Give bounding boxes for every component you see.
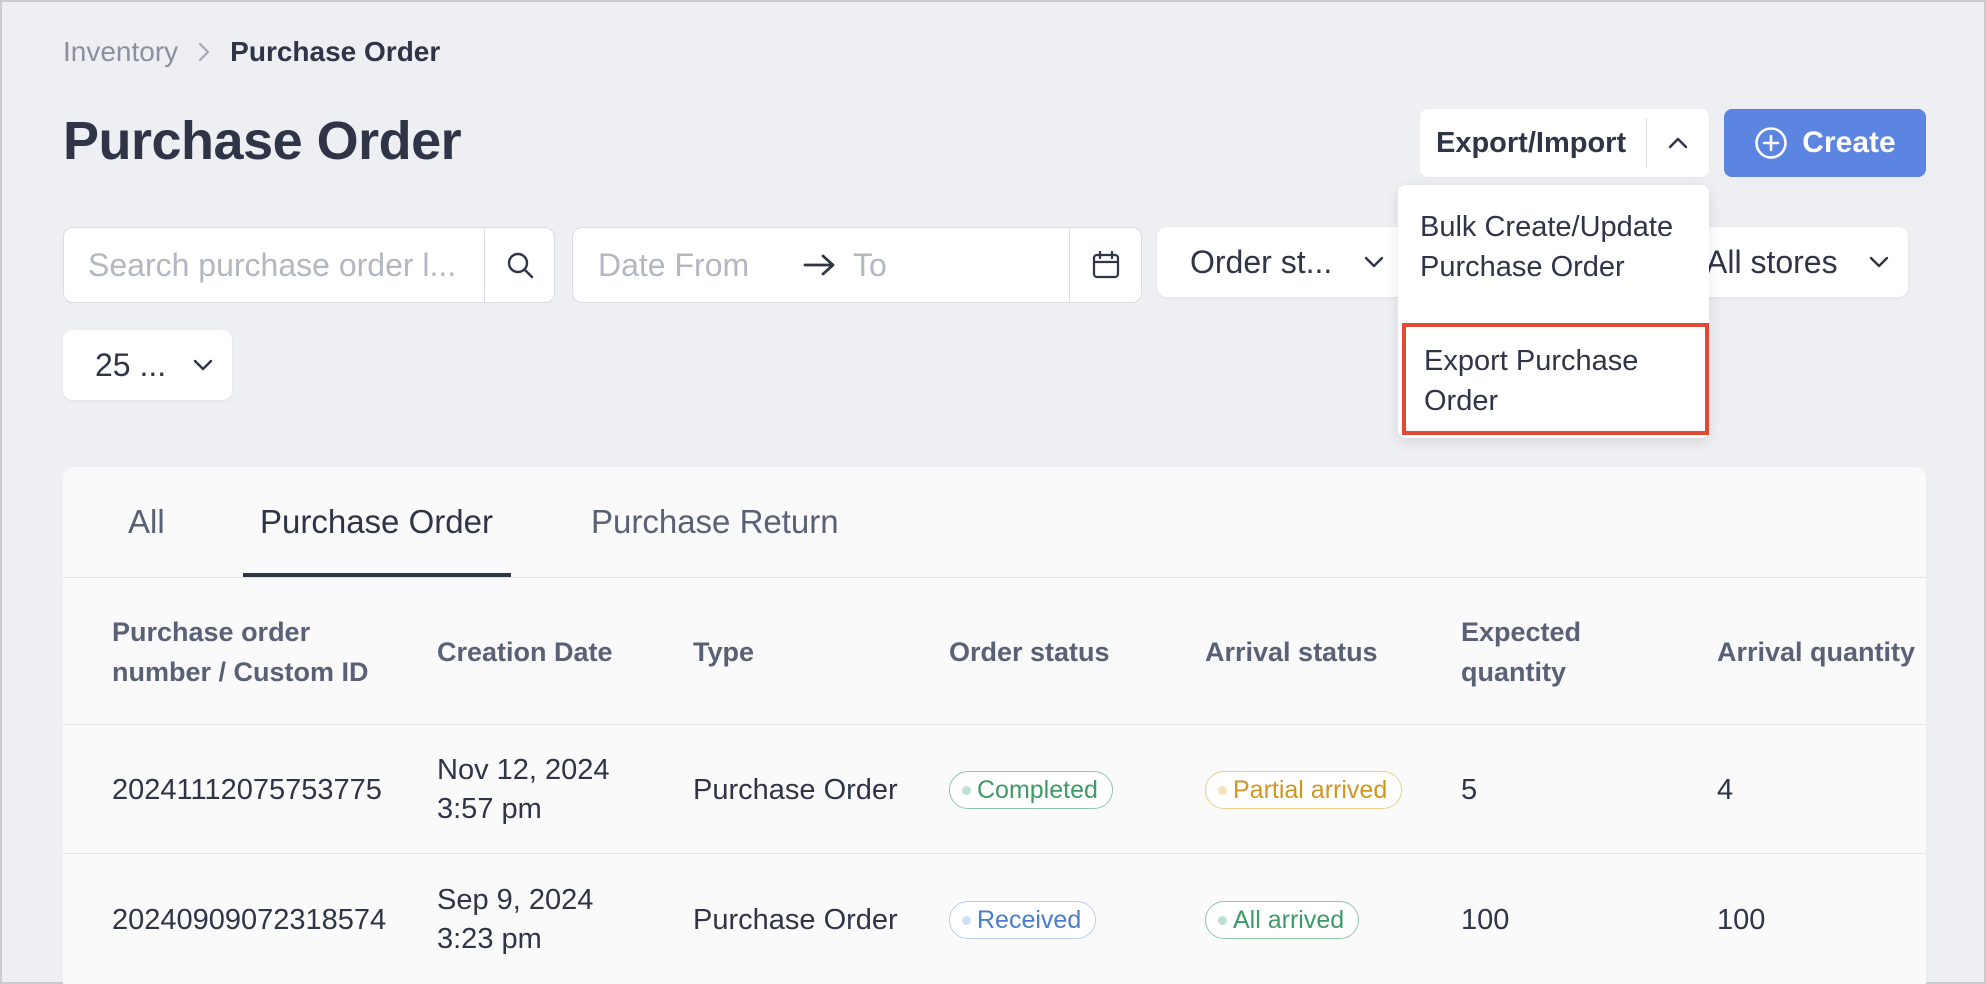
chevron-down-icon <box>1364 256 1384 268</box>
date-to-input[interactable]: To <box>853 247 1063 284</box>
column-header-arrival-quantity[interactable]: Arrival quantity <box>1717 632 1915 672</box>
search-button[interactable] <box>484 228 554 302</box>
search-input[interactable] <box>64 228 484 302</box>
calendar-icon[interactable] <box>1069 228 1141 302</box>
tabs-divider <box>63 577 1926 578</box>
column-header-creation-date[interactable]: Creation Date <box>437 632 613 672</box>
tab-purchase-return[interactable]: Purchase Return <box>591 503 839 541</box>
breadcrumb: Inventory Purchase Order <box>63 36 440 68</box>
export-import-button[interactable]: Export/Import <box>1420 109 1709 177</box>
plus-circle-icon <box>1755 127 1788 159</box>
orders-panel: All Purchase Order Purchase Return Purch… <box>63 467 1926 984</box>
chevron-down-icon <box>1869 256 1889 268</box>
chevron-right-icon <box>198 42 210 62</box>
cell-type: Purchase Order <box>693 904 898 936</box>
status-badge: Received <box>949 901 1097 939</box>
row-divider <box>63 853 1926 854</box>
cell-number[interactable]: 20240909072318574 <box>112 900 386 940</box>
arrow-right-icon <box>803 253 853 277</box>
create-button-label: Create <box>1802 126 1896 159</box>
page-title: Purchase Order <box>63 111 462 171</box>
order-status-value: Order st... <box>1190 243 1333 280</box>
column-header-number[interactable]: Purchase order number / Custom ID <box>112 612 402 692</box>
date-from-input[interactable]: Date From <box>573 247 803 284</box>
cell-expected-quantity: 5 <box>1461 774 1478 806</box>
arrival-badge: All arrived <box>1205 901 1360 939</box>
breadcrumb-current: Purchase Order <box>230 36 441 67</box>
export-import-label[interactable]: Export/Import <box>1420 127 1646 160</box>
column-header-order-status[interactable]: Order status <box>949 632 1110 672</box>
create-button[interactable]: Create <box>1724 109 1926 177</box>
column-header-arrival-status[interactable]: Arrival status <box>1205 632 1378 672</box>
cell-date: Sep 9, 2024 <box>437 884 594 916</box>
menu-item-bulk-create-update[interactable]: Bulk Create/Update Purchase Order <box>1398 207 1709 287</box>
cell-time: 3:57 pm <box>437 793 542 825</box>
column-header-type[interactable]: Type <box>693 632 754 672</box>
breadcrumb-inventory-link[interactable]: Inventory <box>63 36 178 68</box>
chevron-up-icon[interactable] <box>1647 109 1709 177</box>
cell-number[interactable]: 20241112075753775 <box>112 770 382 810</box>
cell-arrival-quantity: 4 <box>1717 774 1734 806</box>
date-range-picker[interactable]: Date From To <box>572 227 1142 303</box>
arrival-badge: Partial arrived <box>1205 771 1403 809</box>
store-select-value: All stores <box>1706 243 1838 280</box>
cell-arrival-quantity: 100 <box>1717 904 1766 936</box>
export-import-menu: Bulk Create/Update Purchase Order Export… <box>1398 185 1709 438</box>
header-divider <box>63 724 1926 725</box>
status-badge: Completed <box>949 771 1113 809</box>
column-header-expected-quantity[interactable]: Expected quantity <box>1461 612 1621 692</box>
cell-date: Nov 12, 2024 <box>437 754 610 786</box>
page-size-value: 25 ... <box>95 346 167 383</box>
menu-item-export-purchase-order[interactable]: Export Purchase Order <box>1402 323 1709 435</box>
store-select[interactable]: All stores <box>1682 227 1908 297</box>
tab-all[interactable]: All <box>128 503 165 541</box>
search-field <box>63 227 555 303</box>
cell-expected-quantity: 100 <box>1461 904 1510 936</box>
page-size-select[interactable]: 25 ... <box>63 330 232 400</box>
cell-type: Purchase Order <box>693 774 898 806</box>
cell-time: 3:23 pm <box>437 923 542 955</box>
search-icon <box>507 252 533 279</box>
order-status-select[interactable]: Order st... <box>1157 227 1405 297</box>
chevron-down-icon <box>193 359 213 371</box>
tab-purchase-order[interactable]: Purchase Order <box>260 503 493 541</box>
